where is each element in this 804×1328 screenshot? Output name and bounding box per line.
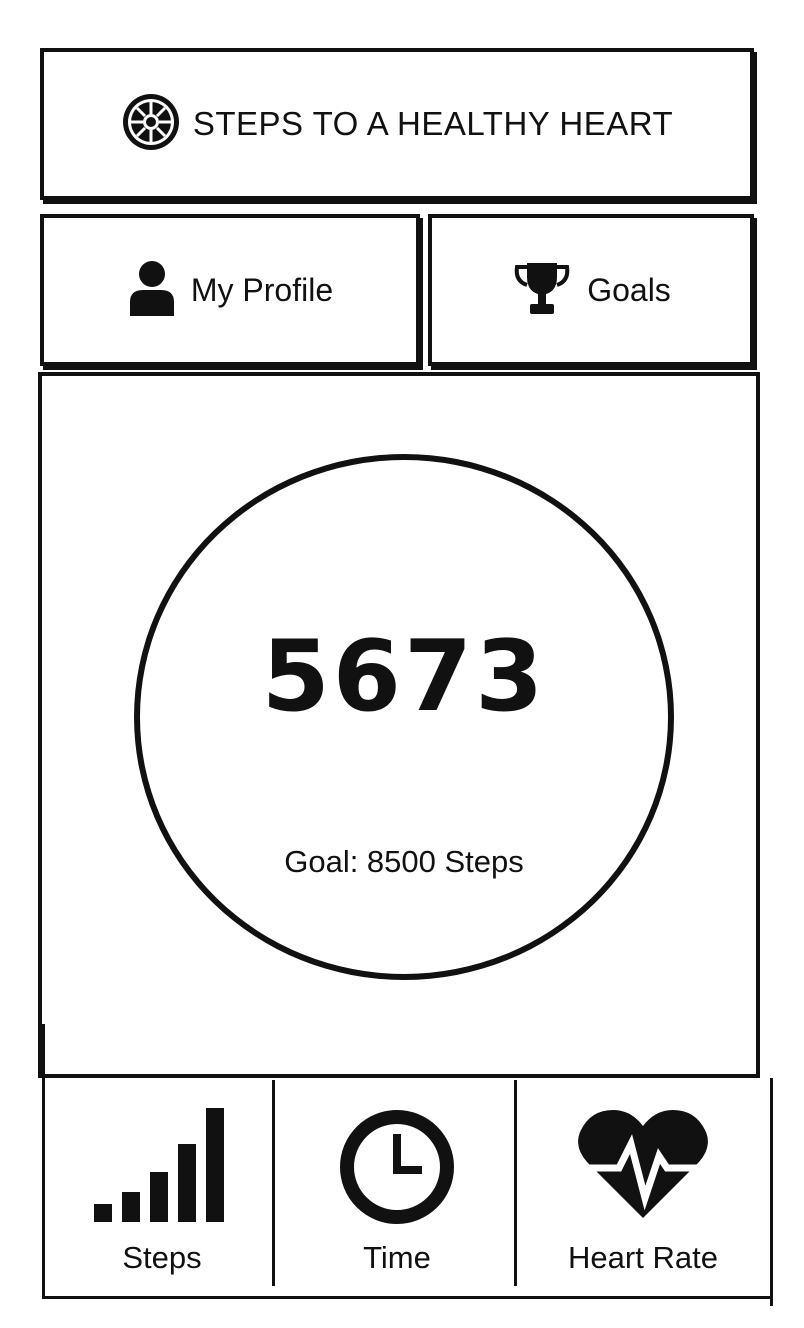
bar-chart-icon — [92, 1106, 232, 1230]
tab-bar-bottom-border — [42, 1296, 772, 1299]
header-content: STEPS TO A HEALTHY HEART — [121, 92, 673, 156]
tab-divider — [272, 1080, 275, 1286]
goals-button[interactable]: Goals — [428, 214, 754, 366]
tab-divider — [514, 1080, 517, 1286]
goals-label: Goals — [587, 271, 671, 308]
tab-time-label: Time — [363, 1240, 431, 1275]
app-title: STEPS TO A HEALTHY HEART — [192, 105, 674, 142]
step-goal-text: Goal: 8500 Steps — [284, 844, 524, 879]
tab-bar-right-divider — [770, 1078, 773, 1306]
tab-steps[interactable]: Steps — [62, 1080, 262, 1290]
tab-bar-left-divider — [42, 1024, 45, 1296]
step-counter-panel: 5673 Goal: 8500 Steps — [38, 372, 760, 1078]
my-profile-label: My Profile — [190, 271, 334, 308]
tab-steps-label: Steps — [122, 1240, 202, 1275]
tab-heart-rate[interactable]: Heart Rate — [526, 1080, 760, 1290]
tab-time[interactable]: Time — [292, 1080, 502, 1290]
trophy-icon — [511, 259, 573, 321]
app-header: STEPS TO A HEALTHY HEART — [40, 48, 754, 200]
step-progress-circle: 5673 Goal: 8500 Steps — [134, 454, 674, 980]
bottom-tab-bar: Steps Time Heart Rate — [42, 1024, 776, 1306]
tab-bar-top-border — [42, 1074, 758, 1078]
user-icon — [127, 258, 177, 322]
imperial-emblem-icon — [121, 92, 181, 156]
step-count: 5673 — [261, 620, 547, 734]
heart-rate-icon — [573, 1106, 713, 1230]
my-profile-button[interactable]: My Profile — [40, 214, 420, 366]
clock-icon — [338, 1108, 456, 1230]
tab-heart-rate-label: Heart Rate — [568, 1240, 718, 1275]
